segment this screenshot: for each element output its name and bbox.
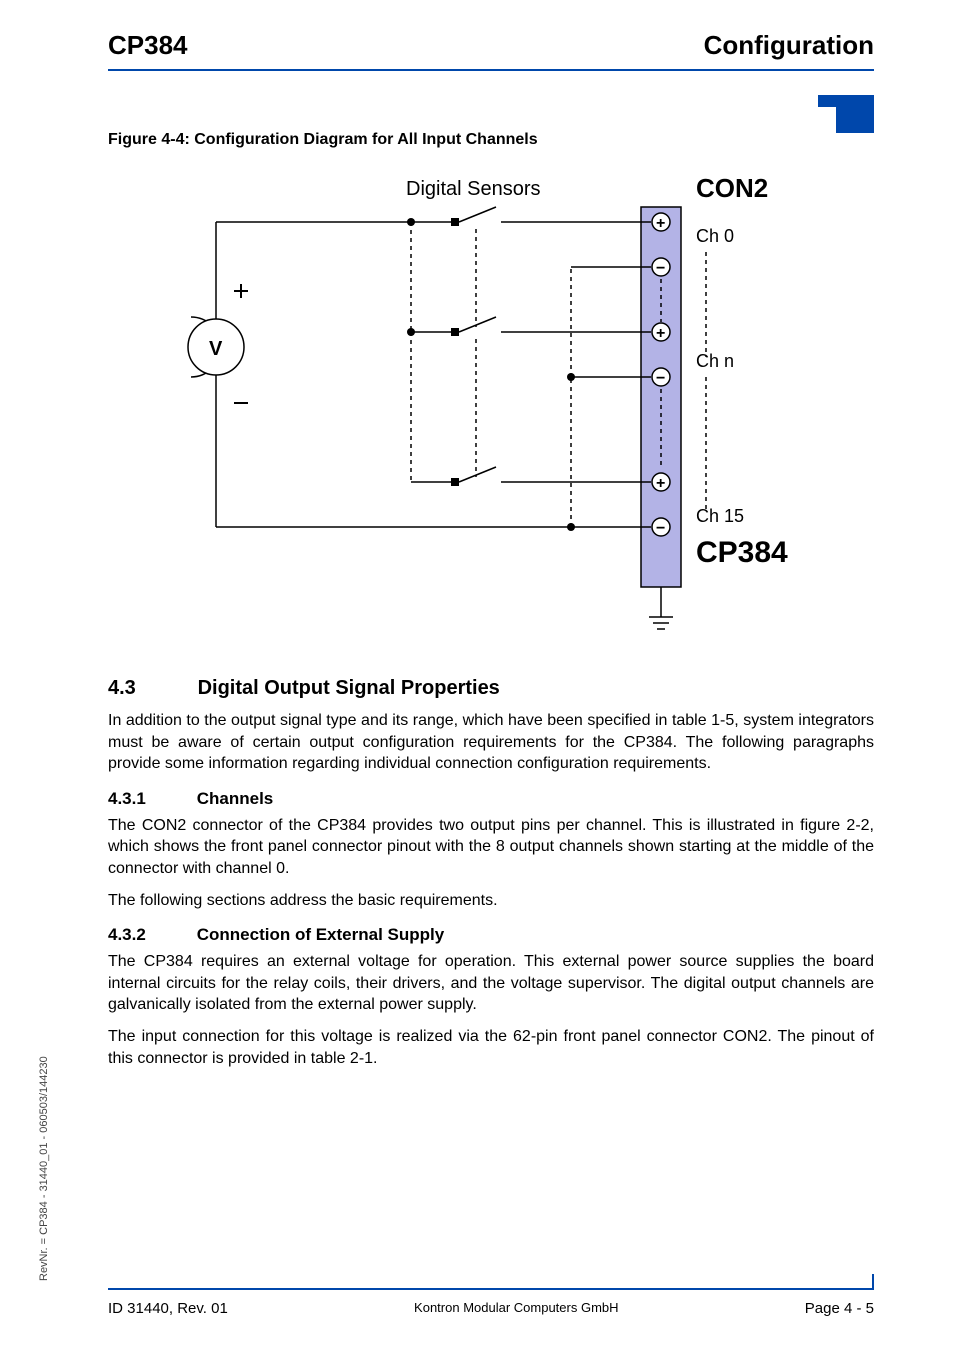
svg-text:+: + [656,215,665,232]
section-heading-4-3: 4.3 Digital Output Signal Properties [108,677,874,700]
subsection-num: 4.3.2 [108,925,192,945]
subsection-heading-4-3-1: 4.3.1 Channels [108,789,874,809]
revision-sidebar: RevNr. = CP384 - 31440_01 - 060503/14423… [38,1056,50,1281]
svg-text:−: − [656,370,665,387]
header-left: CP384 [108,30,188,61]
voltage-label: V [209,338,223,360]
subsection-title: Connection of External Supply [197,925,444,944]
ch0-label: Ch 0 [696,226,734,246]
section-num: 4.3 [108,677,192,700]
page-footer: ID 31440, Rev. 01 Kontron Modular Comput… [108,1288,874,1317]
cp384-label: CP384 [696,536,788,569]
ch15-label: Ch 15 [696,506,744,526]
con2-label: CON2 [696,173,768,203]
subsection-num: 4.3.1 [108,789,192,809]
digital-sensors-label: Digital Sensors [406,178,541,200]
section-title: Digital Output Signal Properties [198,677,500,699]
header-rule [108,69,874,71]
section-4-3-p1: In addition to the output signal type an… [108,710,874,775]
footer-right: Page 4 - 5 [805,1300,874,1317]
corner-badge-icon [818,95,874,133]
figure-caption: Figure 4-4: Configuration Diagram for Al… [108,131,874,149]
header-right: Configuration [704,30,874,61]
footer-center: Kontron Modular Computers GmbH [414,1300,618,1317]
section-4-3-1-p2: The following sections address the basic… [108,890,874,912]
section-4-3-2-p1: The CP384 requires an external voltage f… [108,951,874,1016]
subsection-heading-4-3-2: 4.3.2 Connection of External Supply [108,925,874,945]
page-header: CP384 Configuration [108,30,874,69]
svg-text:−: − [656,520,665,537]
footer-rule [108,1288,874,1290]
svg-text:+: + [656,475,665,492]
subsection-title: Channels [197,789,274,808]
configuration-diagram: CON2 + − Ch 0 + − Ch n + − Ch 15 CP384 D… [151,167,831,647]
chn-label: Ch n [696,351,734,371]
section-4-3-1-p1: The CON2 connector of the CP384 provides… [108,815,874,880]
svg-text:+: + [656,325,665,342]
footer-left: ID 31440, Rev. 01 [108,1300,228,1317]
svg-text:−: − [656,260,665,277]
section-4-3-2-p2: The input connection for this voltage is… [108,1026,874,1069]
